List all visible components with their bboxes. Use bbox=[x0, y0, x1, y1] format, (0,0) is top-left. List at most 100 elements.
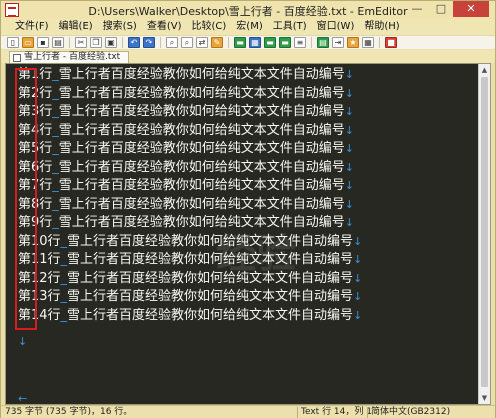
eol-marker: ↓ bbox=[353, 308, 363, 322]
status-divider bbox=[367, 407, 368, 418]
line-content: 雪上行者百度经验教你如何给纯文本文件自动编号 bbox=[58, 196, 345, 212]
text-line[interactable]: 第14行_雪上行者百度经验教你如何给纯文本文件自动编号↓ bbox=[18, 307, 362, 326]
toolbar: ▯ ▭ ▪ ▤ ✂ ❐ ▣ ↶ ↷ ⌕ ⌕ ⇄ ✎ ▬ ▦ ▬ ▬ ≡ ▤ ⇥ … bbox=[1, 35, 495, 49]
status-bytes: 735 字节 (735 字节)，16 行。 bbox=[5, 407, 133, 417]
vertical-scrollbar[interactable]: ▲ ▼ bbox=[478, 64, 490, 404]
text-line[interactable]: 第7行_雪上行者百度经验教你如何给纯文本文件自动编号↓ bbox=[18, 177, 362, 196]
status-position: Text 行 14，列 1 bbox=[301, 407, 372, 417]
scroll-thumb[interactable] bbox=[481, 77, 488, 387]
status-encoding[interactable]: 简体中文(GB2312) bbox=[371, 406, 450, 418]
stop-icon[interactable]: ■ bbox=[385, 37, 397, 48]
line-content: 雪上行者百度经验教你如何给纯文本文件自动编号 bbox=[67, 233, 354, 249]
print-icon[interactable]: ▤ bbox=[52, 37, 64, 48]
line-content: 雪上行者百度经验教你如何给纯文本文件自动编号 bbox=[58, 122, 345, 138]
undo-icon[interactable]: ↶ bbox=[128, 37, 140, 48]
find-icon[interactable]: ⌕ bbox=[166, 37, 178, 48]
menu-file[interactable]: 文件(F) bbox=[11, 19, 55, 35]
paste-icon[interactable]: ▣ bbox=[105, 37, 117, 48]
minimize-button[interactable]: — bbox=[405, 1, 429, 17]
title-bar[interactable]: D:\Users\Walker\Desktop\雪上行者 - 百度经验.txt … bbox=[1, 1, 495, 19]
line-content: 雪上行者百度经验教你如何给纯文本文件自动编号 bbox=[67, 270, 354, 286]
word-wrap-icon[interactable]: ⇥ bbox=[332, 37, 344, 48]
text-line[interactable]: 第3行_雪上行者百度经验教你如何给纯文本文件自动编号↓ bbox=[18, 103, 362, 122]
eol-marker: ↓ bbox=[344, 142, 355, 155]
line-content: 雪上行者百度经验教你如何给纯文本文件自动编号 bbox=[67, 289, 354, 304]
eol-marker: ↓ bbox=[344, 179, 355, 192]
save-icon[interactable]: ▪ bbox=[37, 37, 49, 48]
menu-compare[interactable]: 比较(C) bbox=[188, 19, 233, 35]
text-line[interactable]: 第9行_雪上行者百度经验教你如何给纯文本文件自动编号↓ bbox=[18, 214, 362, 233]
text-line[interactable]: 第12行_雪上行者百度经验教你如何给纯文本文件自动编号↓ bbox=[18, 270, 362, 289]
menu-view[interactable]: 查看(V) bbox=[143, 19, 188, 35]
menu-window[interactable]: 窗口(W) bbox=[313, 19, 361, 35]
editor-area[interactable]: 经验 第1行_雪上行者百度经验教你如何给纯文本文件自动编号↓ 第2行_雪上行者百度… bbox=[5, 63, 491, 405]
eol-marker: ↓ bbox=[344, 123, 355, 137]
marker-icon[interactable]: ▬ bbox=[279, 37, 291, 48]
layout-icon[interactable]: ▦ bbox=[249, 37, 261, 48]
tab-document[interactable]: 雪上行者 - 百度经验.txt bbox=[9, 51, 130, 63]
text-line[interactable]: 第2行_雪上行者百度经验教你如何给纯文本文件自动编号↓ bbox=[18, 85, 362, 104]
config-icon[interactable]: ▦ bbox=[362, 37, 374, 48]
cut-icon[interactable]: ✂ bbox=[75, 37, 87, 48]
text-line[interactable]: 第6行_雪上行者百度经验教你如何给纯文本文件自动编号↓ bbox=[18, 159, 362, 178]
menu-bar: 文件(F) 编辑(E) 搜索(S) 查看(V) 比较(C) 宏(M) 工具(T)… bbox=[1, 19, 495, 35]
eol-marker: ↓ bbox=[353, 234, 363, 248]
line-content: 雪上行者百度经验教你如何给纯文本文件自动编号 bbox=[58, 85, 345, 101]
toolbar-separator bbox=[228, 37, 229, 48]
tab-bar: 雪上行者 - 百度经验.txt bbox=[1, 50, 495, 63]
toolbar-separator bbox=[379, 37, 380, 48]
text-line[interactable]: 第4行_雪上行者百度经验教你如何给纯文本文件自动编号↓ bbox=[18, 122, 362, 141]
eol-marker: ↓ bbox=[344, 105, 355, 118]
menu-search[interactable]: 搜索(S) bbox=[99, 19, 143, 35]
open-folder-icon[interactable]: ▭ bbox=[22, 37, 34, 48]
new-file-icon[interactable]: ▯ bbox=[7, 37, 19, 48]
tab-label: 雪上行者 - 百度经验.txt bbox=[24, 52, 121, 62]
eol-marker: ↓ bbox=[344, 86, 355, 100]
eol-marker: ↓ bbox=[344, 160, 355, 174]
toolbar-separator bbox=[69, 37, 70, 48]
menu-tools[interactable]: 工具(T) bbox=[269, 19, 313, 35]
scroll-down-icon[interactable]: ▼ bbox=[479, 392, 490, 404]
redo-icon[interactable]: ↷ bbox=[143, 37, 155, 48]
text-line[interactable]: 第8行_雪上行者百度经验教你如何给纯文本文件自动编号↓ bbox=[18, 196, 362, 215]
maximize-button[interactable]: □ bbox=[429, 1, 453, 17]
copy-icon[interactable]: ❐ bbox=[90, 37, 102, 48]
eol-marker: ↓ bbox=[344, 68, 355, 81]
text-line[interactable]: 第13行_雪上行者百度经验教你如何给纯文本文件自动编号↓ bbox=[18, 288, 362, 307]
text-line[interactable]: 第1行_雪上行者百度经验教你如何给纯文本文件自动编号↓ bbox=[18, 66, 362, 85]
line-content: 雪上行者百度经验教你如何给纯文本文件自动编号 bbox=[58, 215, 345, 230]
scroll-up-icon[interactable]: ▲ bbox=[479, 64, 490, 76]
text-line[interactable]: 第11行_雪上行者百度经验教你如何给纯文本文件自动编号↓ bbox=[18, 251, 362, 270]
text-line[interactable]: 第5行_雪上行者百度经验教你如何给纯文本文件自动编号↓ bbox=[18, 140, 362, 159]
bookmark-icon[interactable]: ✎ bbox=[211, 37, 223, 48]
menu-edit[interactable]: 编辑(E) bbox=[55, 19, 99, 35]
emeditor-window: D:\Users\Walker\Desktop\雪上行者 - 百度经验.txt … bbox=[0, 0, 496, 418]
eol-marker: ↓ bbox=[353, 290, 363, 303]
outline-icon[interactable]: ▤ bbox=[317, 37, 329, 48]
toggle-view-icon[interactable]: ▬ bbox=[234, 37, 246, 48]
eol-marker: ↓ bbox=[353, 271, 363, 285]
status-divider bbox=[297, 407, 298, 418]
close-button[interactable]: ✕ bbox=[453, 1, 489, 17]
line-content: 雪上行者百度经验教你如何给纯文本文件自动编号 bbox=[58, 178, 345, 193]
line-content: 雪上行者百度经验教你如何给纯文本文件自动编号 bbox=[58, 141, 345, 156]
replace-icon[interactable]: ⇄ bbox=[196, 37, 208, 48]
text-area[interactable]: 经验 第1行_雪上行者百度经验教你如何给纯文本文件自动编号↓ 第2行_雪上行者百度… bbox=[6, 64, 478, 404]
highlight-box bbox=[15, 68, 37, 330]
split-icon[interactable]: ▬ bbox=[264, 37, 276, 48]
toolbar-separator bbox=[122, 37, 123, 48]
find-next-icon[interactable]: ⌕ bbox=[181, 37, 193, 48]
text-line[interactable]: 第10行_雪上行者百度经验教你如何给纯文本文件自动编号↓ bbox=[18, 233, 362, 252]
menu-macro[interactable]: 宏(M) bbox=[232, 19, 268, 35]
list-icon[interactable]: ≡ bbox=[294, 37, 306, 48]
macro-icon[interactable]: ★ bbox=[347, 37, 359, 48]
line-content: 雪上行者百度经验教你如何给纯文本文件自动编号 bbox=[58, 159, 345, 175]
eof-marker: ← bbox=[18, 392, 28, 405]
window-controls: — □ ✕ bbox=[405, 1, 489, 19]
line-content: 雪上行者百度经验教你如何给纯文本文件自动编号 bbox=[67, 252, 354, 267]
line-content: 雪上行者百度经验教你如何给纯文本文件自动编号 bbox=[58, 104, 345, 119]
line-content: 雪上行者百度经验教你如何给纯文本文件自动编号 bbox=[67, 307, 354, 323]
text-lines: 第1行_雪上行者百度经验教你如何给纯文本文件自动编号↓ 第2行_雪上行者百度经验教… bbox=[18, 66, 362, 325]
menu-help[interactable]: 帮助(H) bbox=[360, 19, 405, 35]
eol-marker: ↓ bbox=[344, 197, 355, 211]
